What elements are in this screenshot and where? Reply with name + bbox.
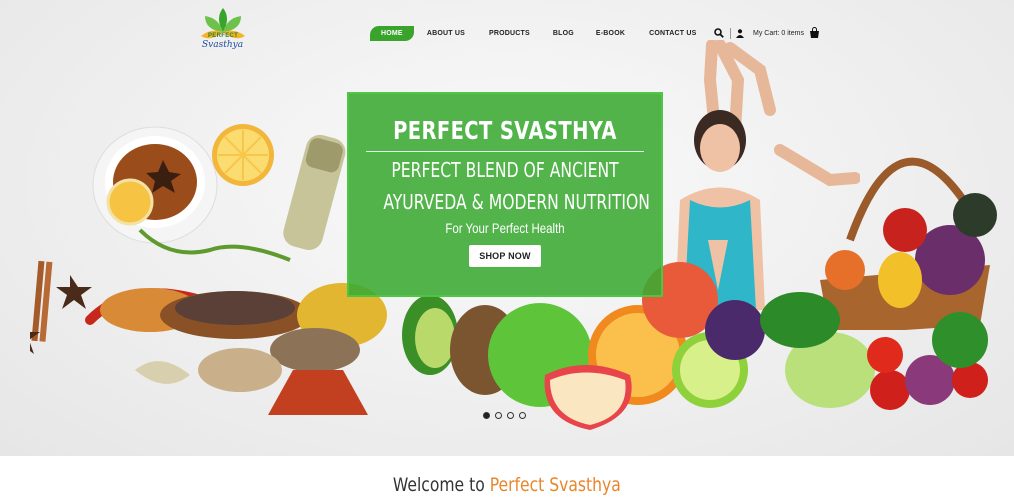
shopping-bag-icon[interactable] bbox=[809, 27, 820, 38]
slider-dot-2[interactable] bbox=[495, 412, 502, 419]
hero-banner: PERFECT SVASTHYA PERFECT BLEND OF ANCIEN… bbox=[347, 92, 663, 297]
banner-tagline: For Your Perfect Health bbox=[445, 220, 565, 236]
nav-home[interactable]: HOME bbox=[370, 26, 414, 41]
spices-image bbox=[30, 228, 387, 415]
lemon-image bbox=[212, 124, 274, 186]
nav-e-book[interactable]: E-BOOK bbox=[596, 30, 625, 37]
slider-dot-1[interactable] bbox=[483, 412, 490, 419]
logo-text-top: PERFECT bbox=[208, 33, 239, 39]
nav-contact-us[interactable]: CONTACT US bbox=[649, 30, 696, 37]
welcome-prefix: Welcome to bbox=[392, 474, 490, 496]
banner-title: PERFECT SVASTHYA bbox=[393, 116, 617, 145]
slider-dots bbox=[483, 412, 526, 419]
hero-slider: PERFECT Svasthya HOME ABOUT US PRODUCTS … bbox=[0, 0, 1014, 456]
slider-dot-4[interactable] bbox=[519, 412, 526, 419]
banner-line-1: PERFECT BLEND OF ANCIENT bbox=[391, 158, 619, 182]
cart-label[interactable]: My Cart: 0 items bbox=[753, 30, 804, 37]
banner-divider bbox=[366, 151, 644, 152]
nav-products[interactable]: PRODUCTS bbox=[489, 30, 530, 37]
shop-now-button[interactable]: SHOP NOW bbox=[469, 245, 541, 267]
nav-about-us[interactable]: ABOUT US bbox=[427, 30, 465, 37]
logo-text-bottom: Svasthya bbox=[202, 40, 244, 50]
welcome-brand: Perfect Svasthya bbox=[489, 474, 621, 496]
banner-line-2: AYURVEDA & MODERN NUTRITION bbox=[383, 190, 650, 214]
header-divider bbox=[730, 28, 731, 39]
user-icon[interactable] bbox=[736, 29, 744, 38]
welcome-heading: Welcome to Perfect Svasthya bbox=[91, 474, 922, 496]
main-nav: HOME ABOUT US PRODUCTS BLOG E-BOOK CONTA… bbox=[370, 26, 696, 41]
nav-blog[interactable]: BLOG bbox=[553, 30, 574, 37]
search-icon[interactable] bbox=[714, 28, 724, 38]
slider-dot-3[interactable] bbox=[507, 412, 514, 419]
